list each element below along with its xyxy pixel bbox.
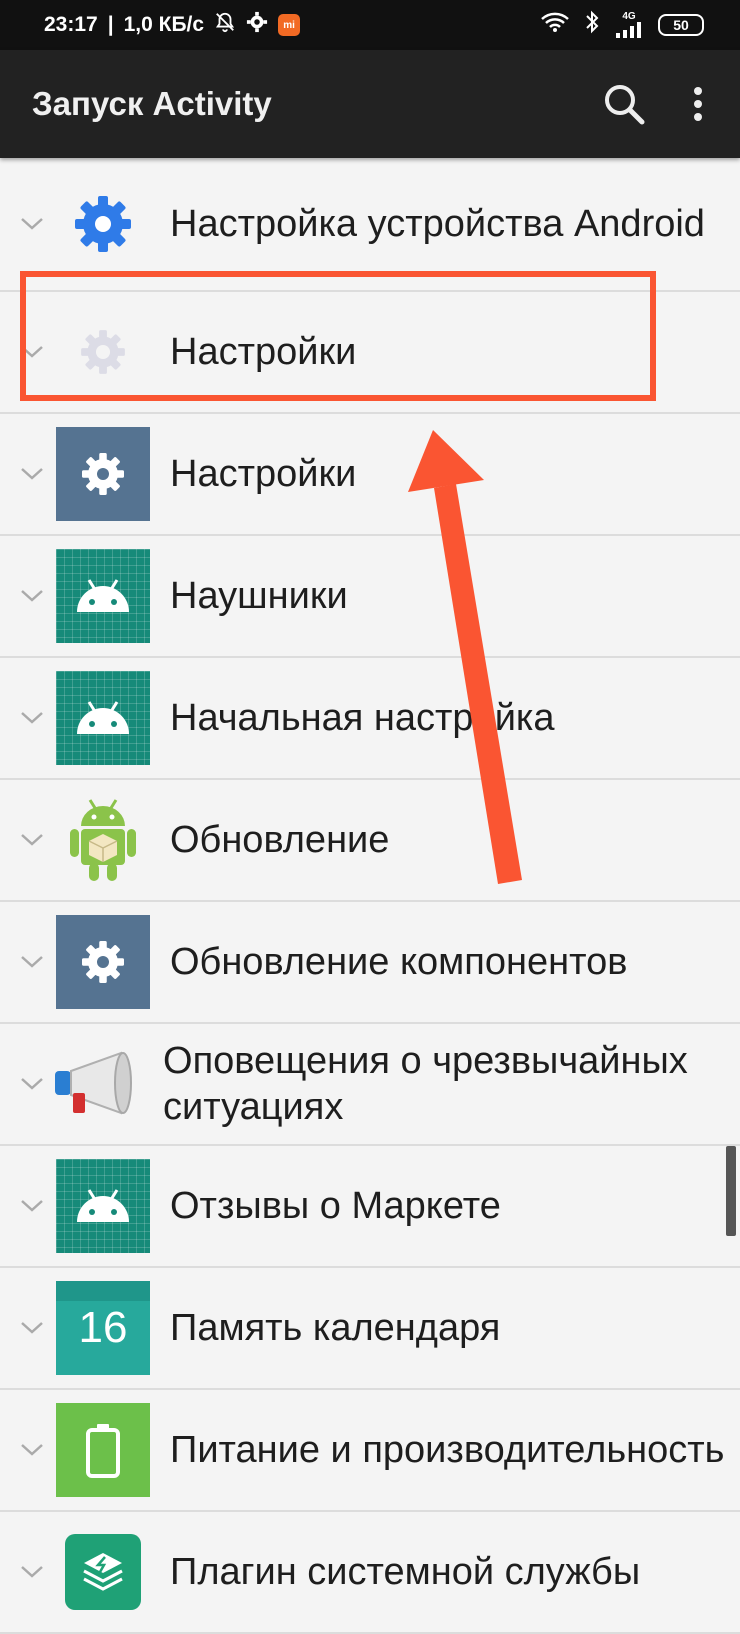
page-title: Запуск Activity — [32, 85, 272, 122]
chevron-down-icon[interactable] — [0, 1443, 56, 1457]
gear-slate-icon — [56, 915, 150, 1009]
android-teal-icon — [56, 1159, 150, 1253]
chevron-down-icon[interactable] — [0, 955, 56, 969]
chevron-down-icon[interactable] — [0, 1077, 49, 1091]
chevron-down-icon[interactable] — [0, 467, 56, 481]
list-item-label: Память календаря — [170, 1307, 501, 1349]
bluetooth-icon — [584, 10, 600, 40]
list-item[interactable]: Настройки — [0, 414, 740, 536]
signal-indicator: 4G — [614, 12, 644, 38]
battery-icon — [56, 1403, 150, 1497]
chevron-down-icon[interactable] — [0, 589, 56, 603]
chevron-down-icon[interactable] — [0, 1565, 56, 1579]
list-item[interactable]: Питание и производительность — [0, 1390, 740, 1512]
scrollbar[interactable] — [726, 1146, 736, 1236]
list-item[interactable]: Оповещения о чрезвычайных ситуациях — [0, 1024, 740, 1146]
highlight-box — [20, 271, 656, 401]
list-item-label: Наушники — [170, 575, 348, 617]
list-item-label: Начальная настройка — [170, 697, 555, 739]
gear-slate-icon — [56, 427, 150, 521]
layers-icon — [65, 1534, 141, 1610]
list-item[interactable]: Плагин системной службы — [0, 1512, 740, 1634]
list-item-label: Питание и производительность — [170, 1429, 725, 1471]
status-time: 23:17 — [44, 13, 98, 36]
bell-off-icon — [214, 11, 236, 39]
gear-blue-icon — [56, 177, 150, 271]
list-item-label: Обновление компонентов — [170, 941, 628, 983]
chevron-down-icon[interactable] — [0, 1321, 56, 1335]
list-item-label: Обновление — [170, 819, 390, 861]
more-vertical-icon — [694, 87, 702, 121]
more-options-button[interactable] — [676, 74, 720, 134]
android-teal-icon — [56, 549, 150, 643]
battery-indicator: 50 — [658, 14, 704, 36]
list-item[interactable]: Наушники — [0, 536, 740, 658]
chevron-down-icon[interactable] — [0, 217, 56, 231]
chevron-down-icon[interactable] — [0, 1199, 56, 1213]
list-item[interactable]: Начальная настройка — [0, 658, 740, 780]
chevron-down-icon[interactable] — [0, 833, 56, 847]
android-teal-icon — [56, 671, 150, 765]
megaphone-icon — [49, 1037, 143, 1131]
status-bar: 23:17 | 1,0 КБ/с mi 4G 50 — [0, 0, 740, 50]
mi-app-icon: mi — [278, 14, 301, 36]
android-package-icon — [56, 793, 150, 887]
status-speed: 1,0 КБ/с — [123, 13, 205, 36]
list-item[interactable]: Обновление — [0, 780, 740, 902]
list-item[interactable]: Отзывы о Маркете — [0, 1146, 740, 1268]
wifi-icon — [540, 11, 570, 39]
list-item-label: Оповещения о чрезвычайных ситуациях — [163, 1040, 688, 1128]
list-item[interactable]: Обновление компонентов — [0, 902, 740, 1024]
calendar-icon: 16 — [56, 1281, 150, 1375]
list-item[interactable]: 16 Память календаря — [0, 1268, 740, 1390]
list-item-label: Настройка устройства Android — [170, 203, 705, 245]
list-item-label: Настройки — [170, 453, 357, 495]
search-button[interactable] — [594, 74, 654, 134]
gear-icon — [246, 11, 268, 39]
list-item-label: Отзывы о Маркете — [170, 1185, 501, 1227]
list-item-label: Плагин системной службы — [170, 1551, 641, 1593]
chevron-down-icon[interactable] — [0, 711, 56, 725]
app-bar: Запуск Activity — [0, 50, 740, 158]
search-icon — [605, 85, 645, 125]
